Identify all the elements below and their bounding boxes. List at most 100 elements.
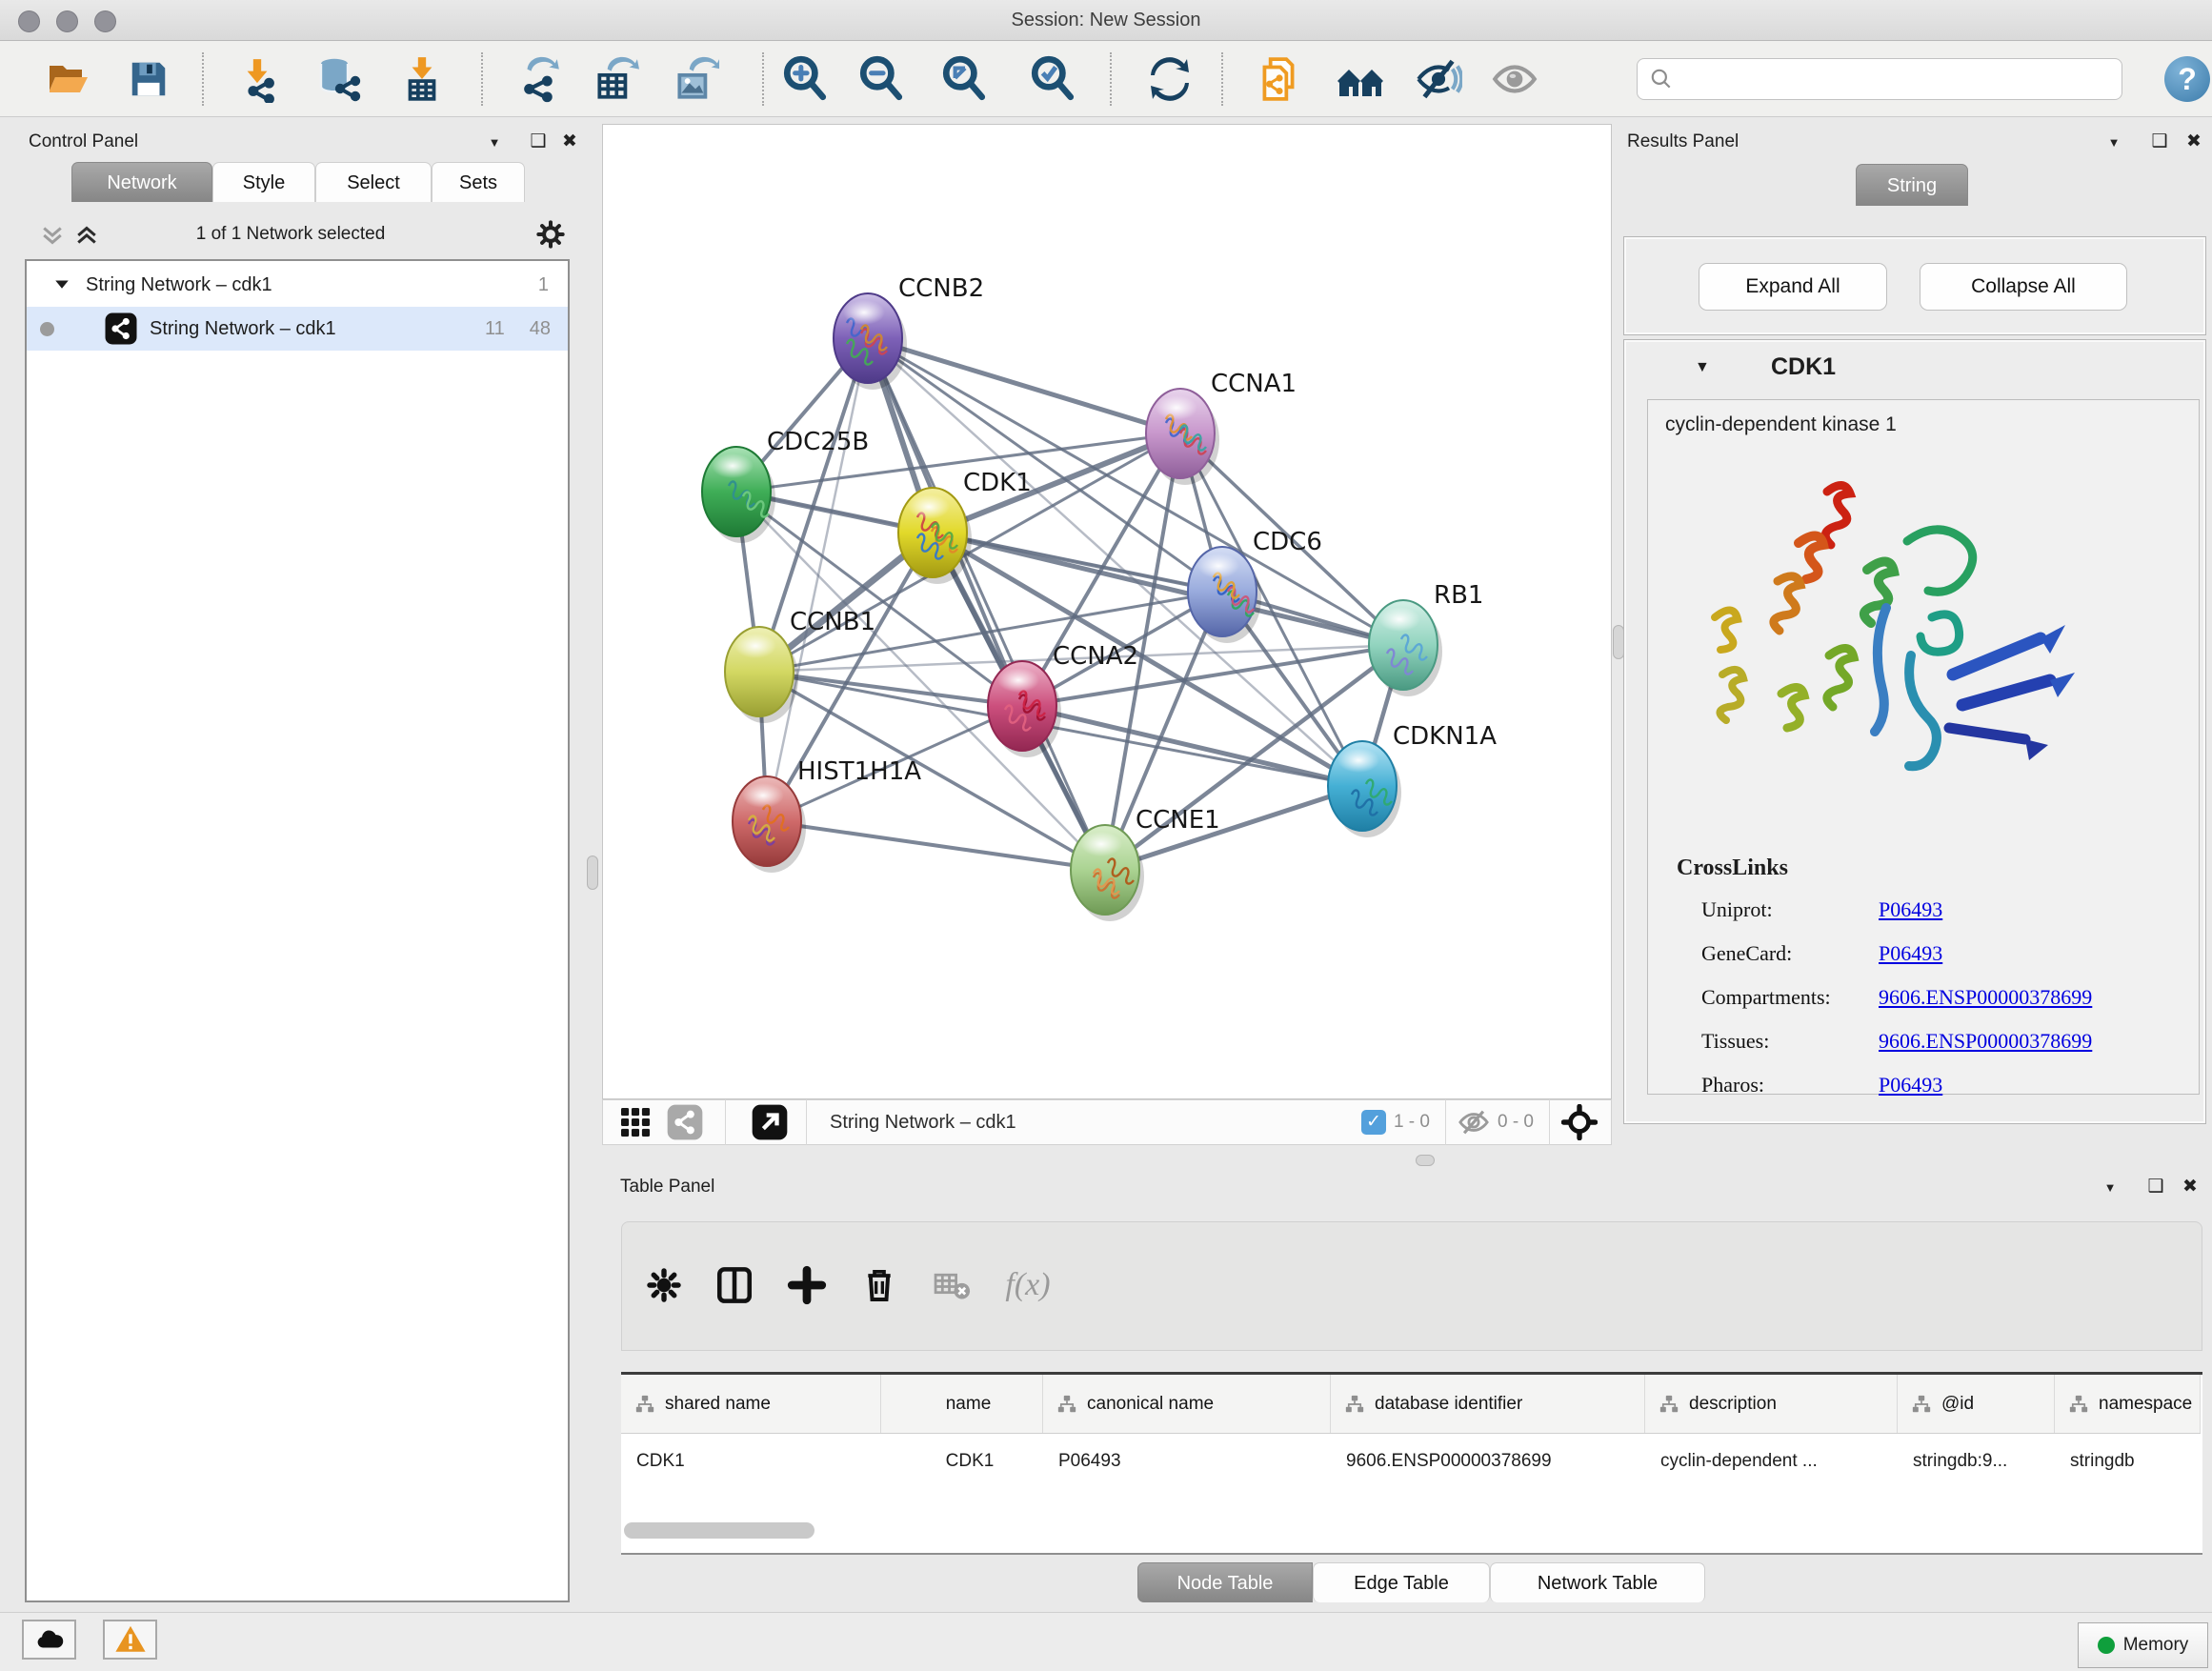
network-collection-row[interactable]: String Network – cdk1 1 [27, 263, 568, 307]
show-column-icon[interactable] [706, 1255, 763, 1316]
window-minimize-button[interactable] [56, 10, 78, 32]
column-header-label: shared name [665, 1394, 771, 1415]
first-neighbors-icon[interactable] [1336, 54, 1385, 104]
hide-selected-eye-slash-icon[interactable] [1414, 54, 1463, 104]
expand-all-button[interactable]: Expand All [1699, 263, 1887, 311]
zoom-in-icon[interactable] [780, 54, 830, 104]
zoom-out-icon[interactable] [856, 54, 906, 104]
column-header-@id[interactable]: @id [1898, 1375, 2055, 1433]
column-header-canonical-name[interactable]: canonical name [1043, 1375, 1331, 1433]
network-node-CCNE1[interactable]: CCNE1 [1071, 806, 1220, 921]
tab-style[interactable]: Style [212, 162, 315, 202]
table-cell[interactable]: stringdb:9... [1898, 1434, 2055, 1489]
memory-button[interactable]: Memory [2078, 1622, 2208, 1668]
tab-sets[interactable]: Sets [432, 162, 525, 202]
panel-close-icon[interactable] [555, 124, 584, 160]
import-network-from-file-icon[interactable] [232, 54, 282, 104]
table-cell[interactable]: stringdb [2055, 1434, 2201, 1489]
table-cell[interactable]: CDK1 [621, 1434, 881, 1489]
crosslink-row: Uniprot:P06493 [1701, 897, 1942, 941]
bottom-splitter-handle[interactable] [1416, 1155, 1435, 1166]
network-edge-CCNB2-CCNA1[interactable] [868, 338, 1180, 433]
show-all-eye-icon[interactable] [1490, 54, 1539, 104]
panel-float-icon[interactable] [2145, 124, 2174, 160]
network-node-RB1[interactable]: RB1 [1369, 581, 1483, 696]
network-options-gear-icon[interactable] [535, 219, 566, 250]
search-input[interactable] [1674, 61, 2122, 97]
panel-minimize-icon[interactable] [2096, 1169, 2124, 1205]
crosslink-link[interactable]: P06493 [1879, 1073, 1942, 1117]
help-icon[interactable] [2164, 56, 2210, 102]
window-close-button[interactable] [18, 10, 40, 32]
export-network-icon[interactable] [514, 54, 564, 104]
table-cell[interactable]: 9606.ENSP00000378699 [1331, 1434, 1645, 1489]
network-row[interactable]: String Network – cdk1 11 48 [27, 307, 568, 351]
tab-string[interactable]: String [1856, 164, 1968, 206]
zoom-fit-content-icon[interactable] [939, 54, 989, 104]
network-node-CCNB2[interactable]: CCNB2 [834, 274, 984, 390]
horizontal-scrollbar-thumb[interactable] [624, 1522, 814, 1539]
panel-minimize-icon[interactable] [2100, 124, 2128, 160]
network-node-label: CDC6 [1253, 528, 1322, 556]
panel-close-icon[interactable] [2180, 124, 2208, 160]
open-session-icon[interactable] [44, 54, 93, 104]
gene-disclosure-icon[interactable] [1695, 359, 1710, 376]
network-edge-CCNB2-CCNE1[interactable] [868, 338, 1105, 870]
crosslink-link[interactable]: P06493 [1879, 941, 1942, 985]
share-view-icon[interactable] [666, 1103, 704, 1141]
network-view-canvas[interactable]: CCNB2CCNA1CDC25BCDK1CDC6RB1CCNB1CCNA2CDK… [602, 124, 1612, 1099]
panel-float-icon[interactable] [2142, 1169, 2170, 1205]
grid-view-icon[interactable] [618, 1105, 653, 1139]
apply-preferred-layout-icon[interactable] [1145, 54, 1195, 104]
crosslink-link[interactable]: P06493 [1879, 897, 1942, 941]
tab-network[interactable]: Network [71, 162, 212, 202]
tab-select[interactable]: Select [315, 162, 432, 202]
column-header-shared-name[interactable]: shared name [621, 1375, 881, 1433]
table-cell[interactable]: CDK1 [881, 1434, 1043, 1489]
panel-float-icon[interactable] [524, 124, 553, 160]
table-cell[interactable]: P06493 [1043, 1434, 1331, 1489]
export-image-icon[interactable] [671, 54, 720, 104]
network-node-CCNA1[interactable]: CCNA1 [1146, 370, 1297, 485]
network-view-title: String Network – cdk1 [830, 1112, 1016, 1134]
warning-icon[interactable] [103, 1620, 157, 1660]
birdseye-crosshair-icon[interactable] [1561, 1104, 1598, 1140]
panel-close-icon[interactable] [2176, 1169, 2204, 1205]
gene-section-header[interactable]: CDK1 [1624, 348, 2205, 395]
import-table-from-file-icon[interactable] [397, 54, 447, 104]
add-column-icon[interactable] [778, 1255, 835, 1316]
gene-name: CDK1 [1771, 353, 1836, 381]
table-cell[interactable]: cyclin-dependent ... [1645, 1434, 1898, 1489]
table-row[interactable]: CDK1CDK1P064939606.ENSP00000378699cyclin… [621, 1434, 2201, 1489]
save-session-icon[interactable] [124, 54, 173, 104]
network-status-dot [40, 322, 54, 336]
crosslink-link[interactable]: 9606.ENSP00000378699 [1879, 985, 2092, 1029]
table-settings-gear-icon[interactable] [635, 1255, 693, 1316]
cloud-icon[interactable] [22, 1620, 76, 1660]
network-edge-HIST1H1A-CCNE1[interactable] [767, 821, 1105, 870]
export-table-icon[interactable] [591, 54, 640, 104]
window-zoom-button[interactable] [94, 10, 116, 32]
column-header-database-identifier[interactable]: database identifier [1331, 1375, 1645, 1433]
collection-disclosure-icon[interactable] [53, 276, 70, 293]
new-network-from-selection-icon[interactable] [1254, 54, 1303, 104]
left-splitter-handle[interactable] [587, 856, 598, 890]
column-header-namespace[interactable]: namespace [2055, 1375, 2201, 1433]
zoom-selected-icon[interactable] [1028, 54, 1077, 104]
panel-minimize-icon[interactable] [480, 124, 509, 160]
function-builder-icon[interactable]: f(x) [999, 1255, 1056, 1316]
import-network-from-database-icon[interactable] [313, 54, 363, 104]
tab-edge-table[interactable]: Edge Table [1313, 1562, 1490, 1602]
crosslink-link[interactable]: 9606.ENSP00000378699 [1879, 1029, 2092, 1073]
network-node-CDKN1A[interactable]: CDKN1A [1328, 722, 1497, 837]
tab-network-table[interactable]: Network Table [1490, 1562, 1705, 1602]
delete-column-icon[interactable] [851, 1255, 908, 1316]
selected-checkbox[interactable] [1361, 1110, 1386, 1135]
tab-node-table[interactable]: Node Table [1137, 1562, 1313, 1602]
delete-table-icon[interactable] [923, 1255, 980, 1316]
network-node-HIST1H1A[interactable]: HIST1H1A [733, 757, 921, 873]
open-in-new-window-icon[interactable] [751, 1103, 789, 1141]
collapse-all-button[interactable]: Collapse All [1920, 263, 2127, 311]
column-header-description[interactable]: description [1645, 1375, 1898, 1433]
column-header-name[interactable]: name [881, 1375, 1043, 1433]
